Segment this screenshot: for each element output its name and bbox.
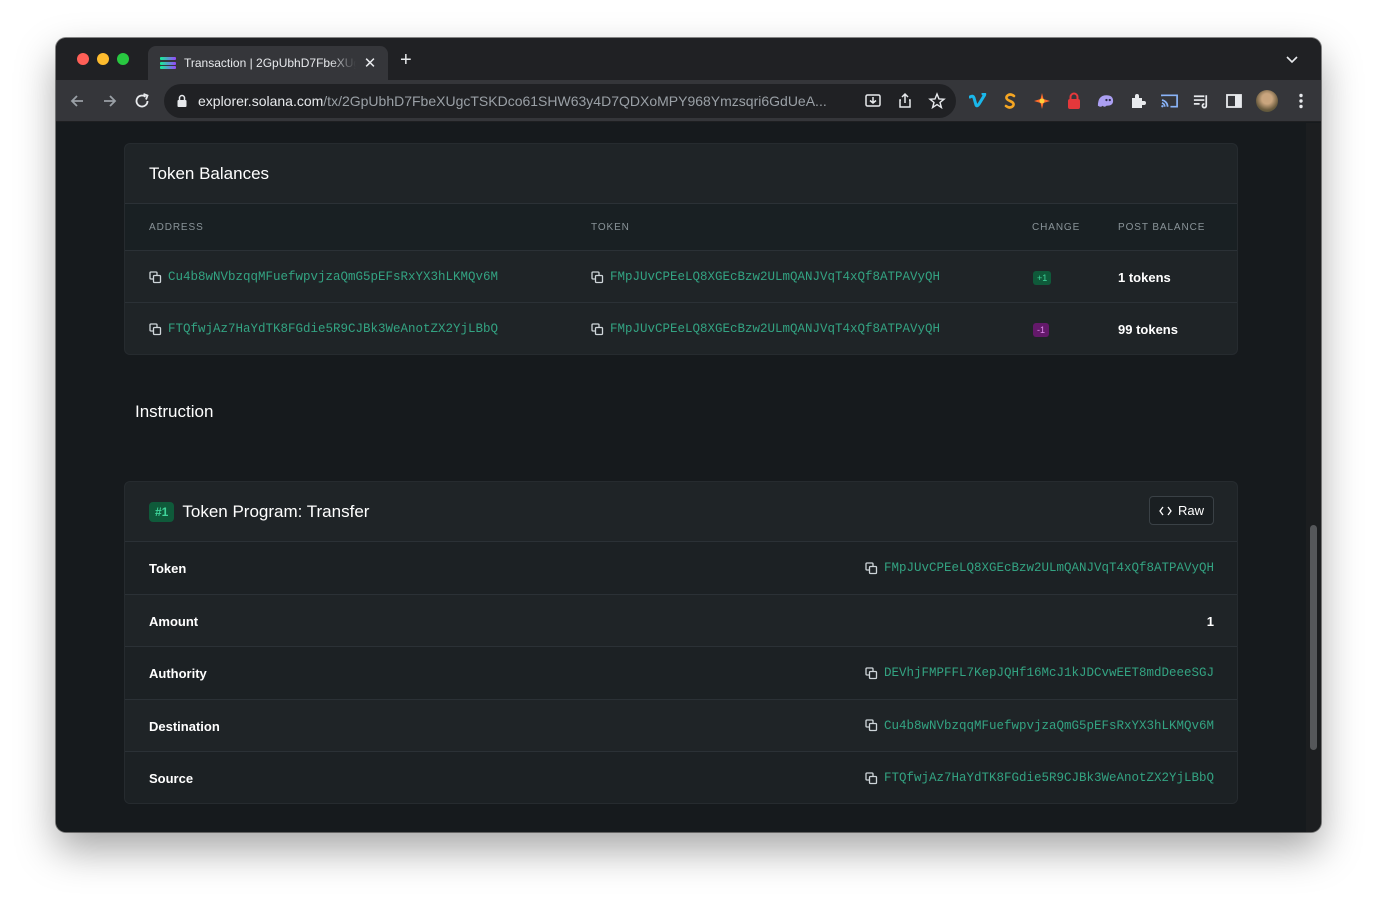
phantom-wallet-icon[interactable] xyxy=(1096,92,1115,111)
code-icon xyxy=(1159,506,1172,516)
vimeo-extension-icon[interactable] xyxy=(968,92,987,111)
post-balance-value: 1 tokens xyxy=(1118,270,1171,285)
row-label: Destination xyxy=(149,718,220,734)
amount-value: 1 xyxy=(1206,613,1214,629)
page-content: Token Balances ADDRESS TOKEN CHANGE POST… xyxy=(56,123,1306,832)
lock-icon[interactable] xyxy=(176,94,188,108)
tab-search-chevron-icon[interactable] xyxy=(1285,52,1299,71)
row-label: Token xyxy=(149,561,187,576)
address-link[interactable]: FTQfwjAz7HaYdTK8FGdie5R9CJBk3WeAnotZX2Yj… xyxy=(168,322,498,336)
instruction-title: Token Program: Transfer xyxy=(182,501,370,521)
source-link[interactable]: FTQfwjAz7HaYdTK8FGdie5R9CJBk3WeAnotZX2Yj… xyxy=(884,771,1214,785)
scrollbar-thumb[interactable] xyxy=(1310,525,1317,750)
instruction-row-destination: Destination Cu4b8wNVbzqqMFuefwpvjzaQmG5p… xyxy=(125,700,1237,752)
url-text: explorer.solana.com/tx/2GpUbhD7FbeXUgcTS… xyxy=(198,93,854,109)
token-link[interactable]: FMpJUvCPEeLQ8XGEcBzw2ULmQANJVqT4xQf8ATPA… xyxy=(884,561,1214,575)
s-extension-icon[interactable] xyxy=(1000,92,1019,111)
instruction-section-title: Instruction xyxy=(135,402,214,421)
table-row: Cu4b8wNVbzqqMFuefwpvjzaQmG5pEFsRxYX3hLKM… xyxy=(125,251,1237,303)
row-label: Source xyxy=(149,771,194,786)
copy-icon[interactable] xyxy=(591,270,604,284)
token-link[interactable]: FMpJUvCPEeLQ8XGEcBzw2ULmQANJVqT4xQf8ATPA… xyxy=(610,322,940,336)
extensions-icon[interactable] xyxy=(1128,92,1147,111)
address-bar[interactable]: explorer.solana.com/tx/2GpUbhD7FbeXUgcTS… xyxy=(164,84,956,118)
token-balances-header-row: ADDRESS TOKEN CHANGE POST BALANCE xyxy=(125,204,1237,251)
post-balance-value: 99 tokens xyxy=(1118,322,1178,337)
token-balances-card: Token Balances ADDRESS TOKEN CHANGE POST… xyxy=(124,143,1238,355)
install-icon[interactable] xyxy=(864,92,882,110)
browser-window: Transaction | 2GpUbhD7FbeXUgcTSKDco61SHW… xyxy=(56,38,1321,832)
instruction-card: #1 Token Program: Transfer Raw Token FMp… xyxy=(124,481,1238,804)
url-host: explorer.solana.com xyxy=(198,93,324,109)
burst-extension-icon[interactable] xyxy=(1032,92,1051,111)
browser-toolbar: explorer.solana.com/tx/2GpUbhD7FbeXUgcTS… xyxy=(56,80,1321,122)
solana-favicon-icon xyxy=(160,55,176,71)
copy-icon[interactable] xyxy=(865,771,878,785)
instruction-row-amount: Amount 1 xyxy=(125,595,1237,647)
bookmark-star-icon[interactable] xyxy=(928,92,946,110)
token-balances-title: Token Balances xyxy=(149,163,270,183)
share-icon[interactable] xyxy=(896,92,914,110)
column-header-post-balance: POST BALANCE xyxy=(1118,222,1206,233)
copy-icon[interactable] xyxy=(591,322,604,336)
lock-extension-icon[interactable] xyxy=(1064,92,1083,111)
reload-icon[interactable] xyxy=(132,91,152,111)
row-label: Authority xyxy=(149,666,207,681)
tab-close-icon[interactable]: ✕ xyxy=(362,54,378,72)
token-link[interactable]: FMpJUvCPEeLQ8XGEcBzw2ULmQANJVqT4xQf8ATPA… xyxy=(610,270,940,284)
row-label: Amount xyxy=(149,613,199,629)
column-header-address: ADDRESS xyxy=(149,222,204,233)
tab-title: Transaction | 2GpUbhD7FbeXUgcTSKDco61SHW… xyxy=(184,56,356,70)
destination-link[interactable]: Cu4b8wNVbzqqMFuefwpvjzaQmG5pEFsRxYX3hLKM… xyxy=(884,719,1214,733)
instruction-number-badge: #1 xyxy=(149,501,175,522)
new-tab-button[interactable]: + xyxy=(400,50,412,70)
maximize-window-button[interactable] xyxy=(117,53,129,65)
change-badge: +1 xyxy=(1033,271,1052,285)
copy-icon[interactable] xyxy=(865,666,878,680)
reading-list-icon[interactable] xyxy=(1192,92,1211,111)
column-header-change: CHANGE xyxy=(1032,222,1081,233)
copy-icon[interactable] xyxy=(149,270,162,284)
copy-icon[interactable] xyxy=(149,322,162,336)
profile-avatar[interactable] xyxy=(1256,90,1278,112)
raw-button-label: Raw xyxy=(1177,503,1204,518)
cast-icon[interactable] xyxy=(1160,92,1179,111)
tab-strip: Transaction | 2GpUbhD7FbeXUgcTSKDco61SHW… xyxy=(56,38,1321,80)
instruction-details: Token FMpJUvCPEeLQ8XGEcBzw2ULmQANJVqT4xQ… xyxy=(125,542,1237,803)
instruction-row-authority: Authority DEVhjFMPFFL7KepJQHf16McJ1kJDCv… xyxy=(125,647,1237,700)
close-window-button[interactable] xyxy=(77,53,89,65)
instruction-row-source: Source FTQfwjAz7HaYdTK8FGdie5R9CJBk3WeAn… xyxy=(125,752,1237,803)
forward-icon[interactable] xyxy=(100,91,120,111)
kebab-menu-icon[interactable] xyxy=(1291,92,1310,111)
copy-icon[interactable] xyxy=(865,719,878,732)
table-row: FTQfwjAz7HaYdTK8FGdie5R9CJBk3WeAnotZX2Yj… xyxy=(125,303,1237,354)
copy-icon[interactable] xyxy=(865,561,878,575)
url-path: /tx/2GpUbhD7FbeXUgcTSKDco61SHW63y4D7QDXo… xyxy=(323,93,827,109)
authority-link[interactable]: DEVhjFMPFFL7KepJQHf16McJ1kJDCvwEET8mdDee… xyxy=(884,666,1214,680)
minimize-window-button[interactable] xyxy=(97,53,109,65)
column-header-token: TOKEN xyxy=(591,222,630,233)
browser-tab[interactable]: Transaction | 2GpUbhD7FbeXUgcTSKDco61SHW… xyxy=(148,46,388,80)
address-link[interactable]: Cu4b8wNVbzqqMFuefwpvjzaQmG5pEFsRxYX3hLKM… xyxy=(168,270,498,284)
back-icon[interactable] xyxy=(67,91,87,111)
scrollbar[interactable] xyxy=(1306,123,1321,832)
side-panel-icon[interactable] xyxy=(1224,92,1243,111)
instruction-row-token: Token FMpJUvCPEeLQ8XGEcBzw2ULmQANJVqT4xQ… xyxy=(125,542,1237,595)
raw-button[interactable]: Raw xyxy=(1148,496,1214,525)
change-badge: -1 xyxy=(1033,323,1050,337)
